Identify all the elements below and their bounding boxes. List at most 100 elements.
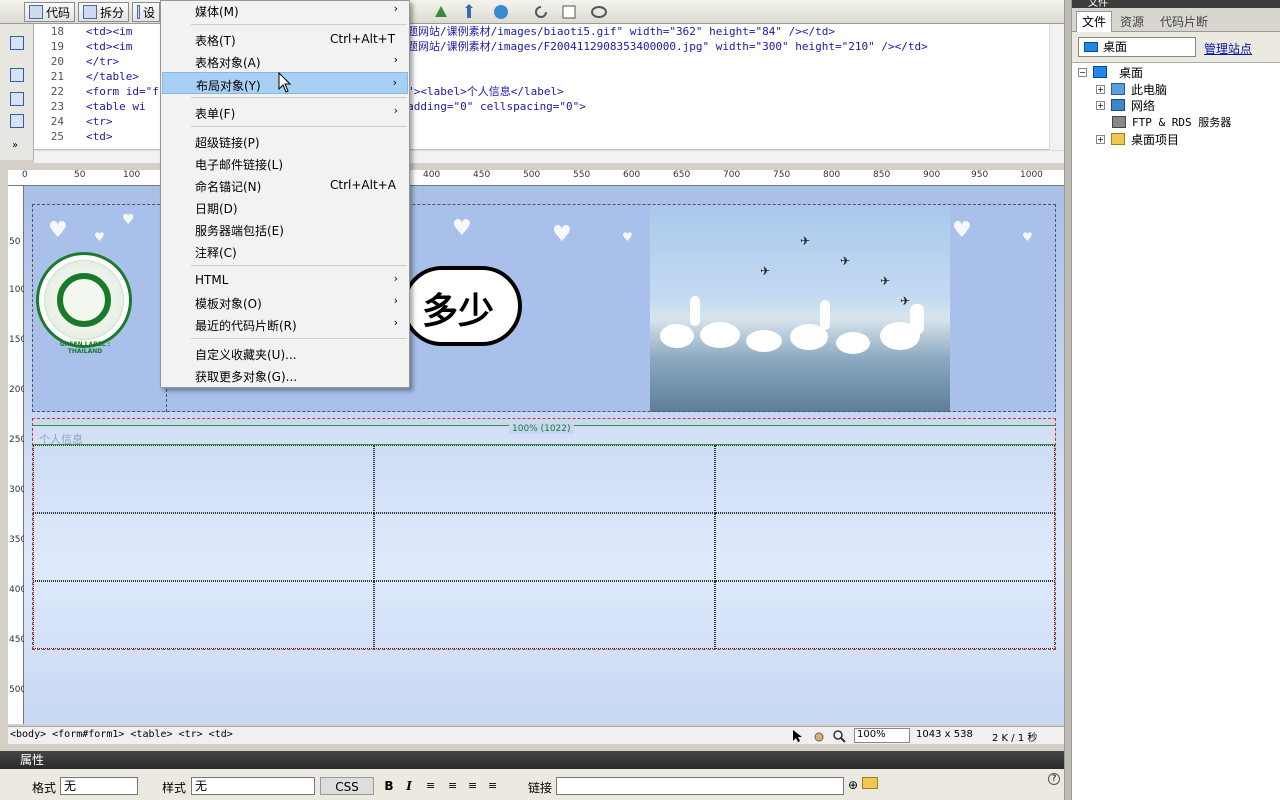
help-icon[interactable]: ? bbox=[1048, 773, 1060, 785]
download-size: 2 K / 1 秒 bbox=[992, 733, 1038, 744]
refresh-icon[interactable] bbox=[532, 3, 550, 21]
menu-item-hyperlink[interactable]: 超级链接(P) bbox=[162, 130, 408, 152]
menu-item-recent-snippets[interactable]: 最近的代码片断(R) › bbox=[162, 313, 408, 335]
bold-button[interactable]: B bbox=[382, 777, 396, 795]
live-view-icon[interactable] bbox=[432, 3, 450, 21]
menu-item-comment[interactable]: 注释(C) bbox=[162, 240, 408, 262]
ruler-label: 900 bbox=[923, 170, 941, 180]
align-right-icon[interactable]: ≡ bbox=[468, 779, 477, 792]
menu-item-html[interactable]: HTML › bbox=[162, 269, 408, 291]
table-cell[interactable] bbox=[33, 445, 374, 513]
menu-item-get-more-objects[interactable]: 获取更多对象(G)... bbox=[162, 364, 408, 386]
menu-separator bbox=[191, 338, 407, 339]
tab-snippets[interactable]: 代码片断 bbox=[1160, 13, 1208, 30]
collapse-selection-icon[interactable] bbox=[10, 92, 24, 106]
point-to-file-icon[interactable]: ⊕ bbox=[848, 778, 858, 792]
files-panel-header[interactable]: 文件 bbox=[1072, 0, 1280, 8]
expand-icon[interactable]: + bbox=[1096, 134, 1105, 144]
tree-item-desktop-items[interactable]: + 桌面项目 bbox=[1096, 130, 1179, 148]
code-view-button[interactable]: 代码 bbox=[24, 2, 76, 22]
align-left-icon[interactable]: ≡ bbox=[426, 779, 435, 792]
menu-item-form[interactable]: 表单(F) › bbox=[162, 101, 408, 123]
zoom-tool-icon[interactable] bbox=[832, 729, 846, 743]
tab-assets[interactable]: 资源 bbox=[1120, 13, 1144, 30]
menu-item-table[interactable]: 表格(T) Ctrl+Alt+T bbox=[162, 28, 408, 50]
code-vertical-scrollbar[interactable] bbox=[1049, 24, 1064, 150]
expand-icon[interactable]: + bbox=[1096, 84, 1105, 94]
italic-button[interactable]: I bbox=[402, 777, 416, 795]
menu-item-media[interactable]: 媒体(M) › bbox=[162, 0, 408, 21]
link-input[interactable] bbox=[556, 777, 844, 795]
file-transfer-icon[interactable] bbox=[462, 3, 480, 21]
table-cell[interactable] bbox=[33, 513, 374, 581]
expand-icon[interactable]: + bbox=[1096, 100, 1105, 110]
browse-folder-icon[interactable] bbox=[862, 777, 878, 789]
tree-item-network[interactable]: + 网络 bbox=[1096, 96, 1155, 114]
table-width-label[interactable]: 100% (1022) bbox=[509, 424, 574, 434]
zoom-select[interactable]: 100% bbox=[854, 728, 910, 743]
collapse-tag-icon[interactable] bbox=[10, 68, 24, 82]
table-cell[interactable] bbox=[374, 445, 715, 513]
browser-preview-icon[interactable] bbox=[492, 3, 510, 21]
table-width-guide[interactable]: 100% (1022) bbox=[33, 424, 1055, 445]
collapse-icon[interactable]: − bbox=[1078, 67, 1087, 77]
expand-all-icon[interactable] bbox=[10, 114, 24, 128]
table-cell[interactable] bbox=[374, 513, 715, 581]
split-view-label: 拆分 bbox=[100, 5, 125, 20]
code-line-tail: 制作主题网站/课例素材/images/biaoti5.gif" width="3… bbox=[374, 25, 835, 38]
align-center-icon[interactable]: ≡ bbox=[448, 779, 457, 792]
table-cell[interactable] bbox=[715, 513, 1055, 581]
view-options-icon[interactable] bbox=[560, 3, 578, 21]
menu-item-template-objects[interactable]: 模板对象(O) › bbox=[162, 291, 408, 313]
ruler-label: 0 bbox=[22, 170, 28, 180]
tag-selector[interactable]: <body> <form#form1> <table> <tr> <td> bbox=[10, 729, 233, 740]
menu-item-date[interactable]: 日期(D) bbox=[162, 196, 408, 218]
ruler-label: 450 bbox=[9, 635, 27, 645]
menu-separator bbox=[191, 265, 407, 266]
more-tools-icon[interactable]: » bbox=[12, 140, 18, 151]
ruler-label: 100 bbox=[123, 170, 141, 180]
menu-separator bbox=[191, 24, 407, 25]
ruler-label: 750 bbox=[773, 170, 791, 180]
form-area[interactable]: 个人信息 100% (1022) bbox=[32, 418, 1056, 650]
window-size[interactable]: 1043 x 538 bbox=[916, 729, 973, 740]
properties-panel-header[interactable]: 属性 bbox=[0, 751, 1068, 769]
split-view-button[interactable]: 拆分 bbox=[78, 2, 130, 22]
open-documents-icon[interactable] bbox=[10, 36, 24, 50]
table-cell[interactable] bbox=[374, 581, 715, 649]
format-label: 格式 bbox=[32, 781, 57, 795]
ruler-label: 200 bbox=[9, 385, 27, 395]
tree-item-desktop[interactable]: − 桌面 bbox=[1078, 63, 1143, 81]
menu-item-email-link[interactable]: 电子邮件链接(L) bbox=[162, 152, 408, 174]
tree-item-ftp-rds[interactable]: FTP & RDS 服务器 bbox=[1112, 113, 1231, 131]
menu-item-table-objects[interactable]: 表格对象(A) › bbox=[162, 50, 408, 72]
menu-item-customize-favorites[interactable]: 自定义收藏夹(U)... bbox=[162, 342, 408, 364]
select-tool-icon[interactable] bbox=[790, 729, 804, 743]
ruler-label: 600 bbox=[623, 170, 641, 180]
ruler-label: 500 bbox=[523, 170, 541, 180]
format-select[interactable]: 无 bbox=[60, 777, 138, 795]
ruler-label: 350 bbox=[9, 535, 27, 545]
submenu-arrow-icon: › bbox=[393, 53, 398, 66]
hand-tool-icon[interactable] bbox=[812, 729, 826, 743]
menu-item-named-anchor[interactable]: 命名锚记(N) Ctrl+Alt+A bbox=[162, 174, 408, 196]
visual-aids-icon[interactable] bbox=[590, 3, 608, 21]
style-label: 样式 bbox=[162, 781, 187, 795]
files-panel-title: 文件 bbox=[1088, 0, 1108, 8]
submenu-arrow-icon: › bbox=[392, 76, 397, 89]
css-button[interactable]: CSS bbox=[320, 777, 374, 795]
justify-icon[interactable]: ≡ bbox=[488, 779, 497, 792]
ruler-label: 700 bbox=[723, 170, 741, 180]
manage-sites-link[interactable]: 管理站点 bbox=[1204, 40, 1252, 57]
tab-files[interactable]: 文件 bbox=[1076, 11, 1113, 32]
computer-icon bbox=[1111, 83, 1125, 95]
design-view-button[interactable]: 设 bbox=[132, 2, 160, 22]
table-cell[interactable] bbox=[715, 581, 1055, 649]
design-view-label: 设 bbox=[142, 5, 155, 20]
menu-item-server-side-include[interactable]: 服务器端包括(E) bbox=[162, 218, 408, 240]
style-select[interactable]: 无 bbox=[191, 777, 315, 795]
ruler-label: 1000 bbox=[1020, 170, 1043, 180]
panel-splitter[interactable] bbox=[1064, 0, 1072, 800]
table-cell[interactable] bbox=[33, 581, 374, 649]
table-cell[interactable] bbox=[715, 445, 1055, 513]
